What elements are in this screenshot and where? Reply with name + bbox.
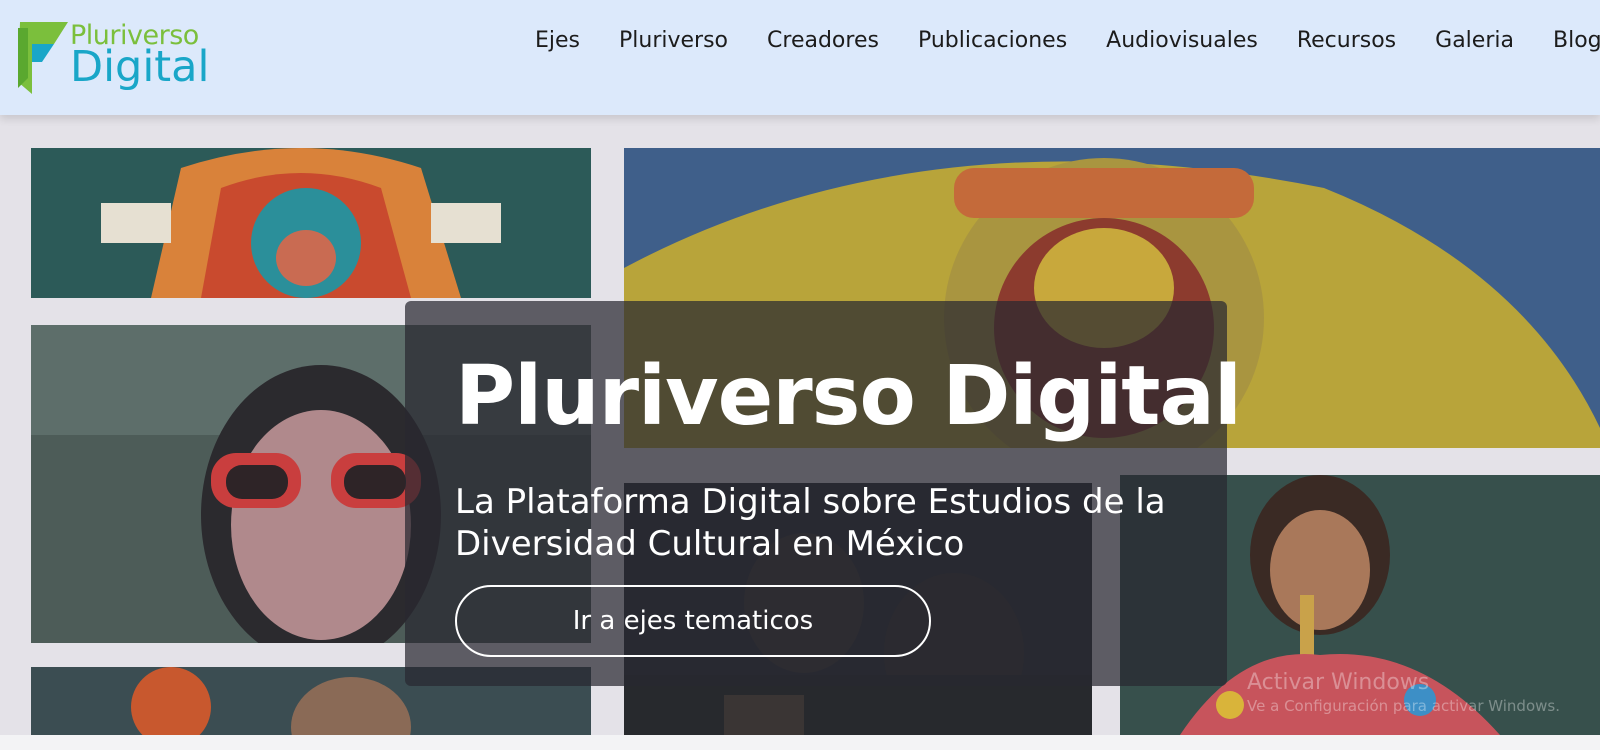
nav-audiovisuales[interactable]: Audiovisuales xyxy=(1106,26,1258,56)
ejes-tematicos-button[interactable]: Ir a ejes tematicos xyxy=(455,585,931,657)
hero-overlay: Pluriverso Digital La Plataforma Digital… xyxy=(405,301,1242,686)
hero-subtitle: La Plataforma Digital sobre Estudios de … xyxy=(455,482,1166,564)
nav-ejes[interactable]: Ejes xyxy=(535,26,580,56)
logo-text-bottom: Digital xyxy=(70,42,210,92)
site-header: Pluriverso Digital Ejes Pluriverso Cread… xyxy=(0,0,1600,115)
site-logo[interactable]: Pluriverso Digital xyxy=(14,18,209,98)
nav-creadores[interactable]: Creadores xyxy=(767,26,879,56)
nav-blog[interactable]: Blog xyxy=(1553,26,1600,56)
hero-section: Pluriverso Digital La Plataforma Digital… xyxy=(0,115,1600,735)
nav-recursos[interactable]: Recursos xyxy=(1297,26,1396,56)
logo-mark-icon xyxy=(18,22,68,94)
page-bottom-strip xyxy=(0,735,1600,750)
nav-publicaciones[interactable]: Publicaciones xyxy=(918,26,1067,56)
windows-activation-watermark: Activar Windows Ve a Configuración para … xyxy=(1247,670,1560,715)
watermark-subtitle: Ve a Configuración para activar Windows. xyxy=(1247,697,1560,715)
hero-title: Pluriverso Digital xyxy=(455,349,1242,444)
nav-galeria[interactable]: Galeria xyxy=(1435,26,1514,56)
watermark-title: Activar Windows xyxy=(1247,670,1430,695)
nav-pluriverso[interactable]: Pluriverso xyxy=(619,26,728,56)
main-nav: Ejes Pluriverso Creadores Publicaciones … xyxy=(535,26,1600,56)
collage-image-headdress xyxy=(31,148,591,298)
